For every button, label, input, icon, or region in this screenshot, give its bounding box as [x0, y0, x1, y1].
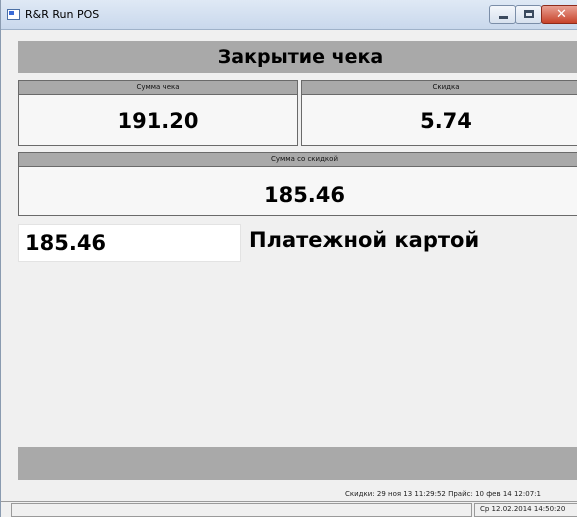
bottom-bar: [18, 447, 577, 480]
discount-value: 5.74: [420, 109, 472, 133]
discounted-sum-label: Сумма со скидкой: [19, 153, 577, 167]
discounted-sum-panel: Сумма со скидкой 185.46: [18, 152, 577, 216]
window-title: R&R Run POS: [25, 8, 100, 21]
status-datetime: Ср 12.02.2014 14:50:20: [480, 505, 566, 513]
close-icon: ✕: [556, 7, 567, 22]
maximize-icon: [524, 10, 534, 18]
payment-method-label: Платежной картой: [249, 228, 480, 252]
discounted-sum-value: 185.46: [263, 183, 346, 207]
minimize-button[interactable]: [489, 5, 516, 24]
receipt-sum-panel: Сумма чека 191.20: [18, 80, 298, 146]
title-bar[interactable]: R&R Run POS ✕: [1, 0, 577, 30]
maximize-button[interactable]: [515, 5, 542, 24]
receipt-sum-value: 191.20: [117, 109, 199, 133]
discount-label: Скидка: [302, 81, 577, 95]
status-info: Скидки: 29 ноя 13 11:29:52 Прайс: 10 фев…: [345, 490, 541, 498]
app-icon: [7, 9, 20, 20]
payment-amount-input[interactable]: 185.46: [18, 224, 241, 262]
pos-window: R&R Run POS ✕ Закрытие чека Сумма чека 1…: [0, 0, 577, 517]
discount-panel: Скидка 5.74: [301, 80, 577, 146]
close-button[interactable]: ✕: [541, 5, 577, 24]
receipt-sum-label: Сумма чека: [19, 81, 297, 95]
status-cell-left: [11, 503, 472, 517]
page-title: Закрытие чека: [18, 41, 577, 73]
minimize-icon: [499, 16, 508, 19]
